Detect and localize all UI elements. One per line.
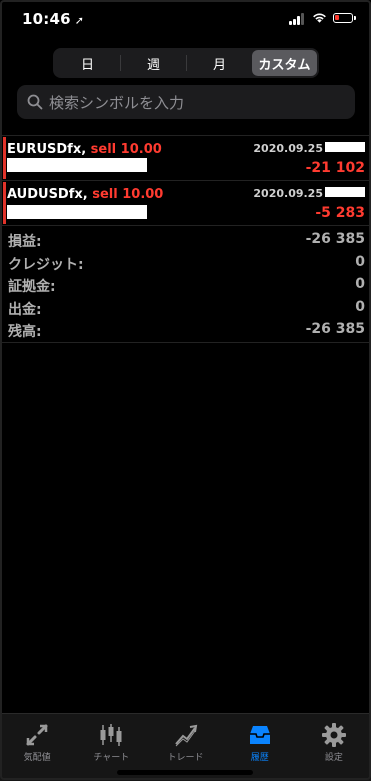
deal-profit: -5 283: [315, 205, 365, 221]
period-tab-day[interactable]: 日: [55, 50, 120, 76]
summary-label: クレジット:: [8, 256, 84, 273]
deal-row[interactable]: AUDUSDfx, sell 10.00 2020.09.25 -5 283: [0, 182, 371, 224]
redacted-block: [325, 142, 365, 152]
status-bar: 10:46 ➚: [0, 0, 371, 40]
summary-row-profit: 損益: -26 385: [0, 228, 371, 251]
summary-row-credit: クレジット: 0: [0, 251, 371, 274]
list-divider: [0, 342, 371, 343]
list-divider: [0, 180, 371, 181]
tab-quotes[interactable]: 気配値: [0, 714, 74, 781]
tab-label: 履歴: [250, 753, 269, 763]
status-time-text: 10:46: [22, 10, 71, 28]
tab-label: チャート: [93, 753, 130, 763]
summary-value: -26 385: [305, 231, 365, 247]
summary-value: 0: [355, 253, 365, 270]
deal-date: 2020.09.25: [253, 187, 323, 200]
redacted-block: [7, 205, 147, 219]
cellular-signal-icon: [289, 13, 306, 25]
location-arrow-icon: ➚: [74, 14, 85, 27]
battery-icon: [333, 13, 356, 23]
summary-value: 0: [355, 298, 365, 315]
search-placeholder: 検索シンボルを入力: [49, 93, 185, 112]
summary-label: 損益:: [8, 234, 42, 250]
deal-profit: -21 102: [305, 160, 365, 176]
period-tab-month[interactable]: 月: [187, 50, 252, 76]
tab-label: トレード: [167, 753, 204, 763]
deal-symbol-name: AUDUSDfx,: [7, 187, 88, 202]
deal-side-volume: sell 10.00: [92, 187, 164, 202]
deal-date: 2020.09.25: [253, 142, 323, 155]
summary-row-balance: 残高: -26 385: [0, 318, 371, 341]
sell-indicator-bar: [3, 182, 6, 224]
wifi-icon: [313, 13, 326, 23]
period-tab-custom[interactable]: カスタム: [252, 50, 317, 76]
trade-icon: [174, 724, 197, 747]
deal-side-volume: sell 10.00: [90, 142, 162, 157]
deal-symbol-name: EURUSDfx,: [7, 142, 87, 157]
period-segmented-control: 日 週 月 カスタム: [53, 48, 319, 78]
summary-label: 証拠金:: [8, 279, 56, 295]
search-icon: [27, 94, 43, 110]
account-summary: 損益: -26 385 クレジット: 0 証拠金: 0 出金: 0 残高: -2…: [0, 228, 371, 341]
deal-symbol: AUDUSDfx, sell 10.00: [7, 187, 163, 202]
list-divider: [0, 135, 371, 136]
symbol-search-input[interactable]: 検索シンボルを入力: [17, 85, 355, 119]
redacted-block: [325, 187, 365, 197]
history-icon: [249, 726, 270, 744]
summary-label: 残高:: [8, 324, 42, 340]
summary-label: 出金:: [8, 301, 42, 318]
deal-row[interactable]: EURUSDfx, sell 10.00 2020.09.25 -21 102: [0, 137, 371, 179]
chart-icon: [100, 724, 122, 746]
tab-settings[interactable]: 設定: [297, 714, 371, 781]
status-time: 10:46 ➚: [22, 10, 84, 28]
period-tab-week[interactable]: 週: [121, 50, 186, 76]
sell-indicator-bar: [3, 137, 6, 179]
summary-value: 0: [355, 276, 365, 292]
settings-icon: [321, 723, 346, 747]
summary-row-deposit: 証拠金: 0: [0, 273, 371, 296]
redacted-block: [7, 158, 147, 172]
summary-row-withdrawal: 出金: 0: [0, 296, 371, 319]
home-indicator: [117, 770, 253, 775]
deal-symbol: EURUSDfx, sell 10.00: [7, 142, 162, 157]
tab-label: 設定: [324, 753, 343, 763]
summary-value: -26 385: [305, 321, 365, 337]
list-divider: [0, 225, 371, 226]
tab-label: 気配値: [23, 753, 51, 763]
quotes-icon: [26, 724, 48, 746]
